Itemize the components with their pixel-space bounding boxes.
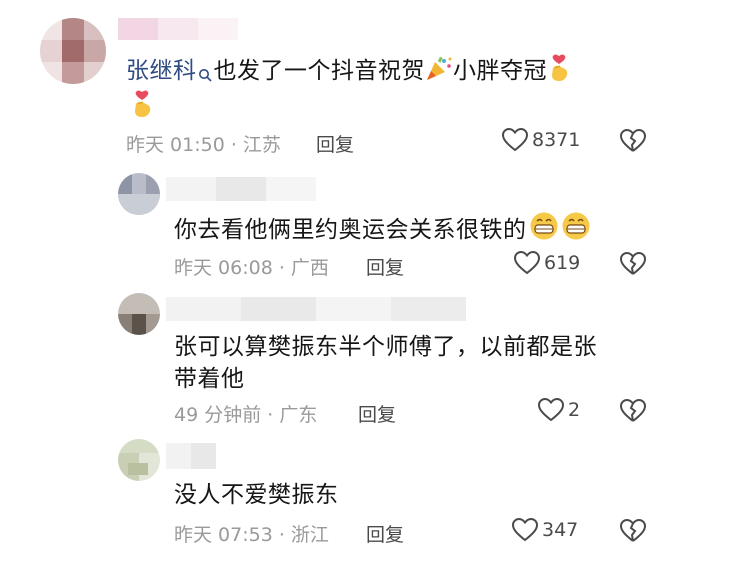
avatar[interactable] <box>118 439 160 481</box>
reply-button[interactable]: 回复 <box>316 130 354 157</box>
username-mosaic <box>166 177 316 201</box>
reply-button[interactable]: 回复 <box>358 400 396 427</box>
reply-button[interactable]: 回复 <box>366 253 404 280</box>
username-mosaic <box>118 18 238 40</box>
comment-meta: 49 分钟前 · 广东 <box>174 404 318 426</box>
comment-item: 没人不爱樊振东 昨天 07:53 · 浙江 回复 347 <box>0 435 734 564</box>
heart-outline-icon <box>538 398 564 422</box>
broken-heart-icon[interactable] <box>620 399 646 423</box>
comment-text-part: 你去看他俩里约奥运会关系很铁的 <box>174 217 527 243</box>
comment-text-part: 小胖夺冠 <box>453 58 547 84</box>
search-icon <box>198 68 212 82</box>
comment-meta: 昨天 07:53 · 浙江 <box>174 524 329 546</box>
broken-heart-icon[interactable] <box>620 129 646 153</box>
party-popper-icon <box>425 56 453 82</box>
heart-outline-icon <box>514 251 540 275</box>
comment-item: 张继科 也发了一个抖音祝贺 小胖夺冠 昨天 01:50 · 江苏 回复 8371 <box>0 0 734 165</box>
like-count: 2 <box>568 399 581 421</box>
heart-outline-icon <box>502 128 528 152</box>
heart-outline-icon <box>512 518 538 542</box>
grinning-emoji-icon <box>529 211 559 241</box>
like-button[interactable]: 347 <box>512 518 578 542</box>
comment-text: 没人不爱樊振东 <box>174 482 339 508</box>
like-button[interactable]: 2 <box>538 398 580 422</box>
comment-text-line: 张可以算樊振东半个师傅了，以前都是张 <box>174 334 597 360</box>
reply-button[interactable]: 回复 <box>366 520 404 547</box>
broken-heart-icon[interactable] <box>620 519 646 543</box>
comment-item: 张可以算樊振东半个师傅了，以前都是张 带着他 49 分钟前 · 广东 回复 2 <box>0 285 734 435</box>
like-count: 8371 <box>532 129 581 151</box>
comment-text: 张继科 也发了一个抖音祝贺 小胖夺冠 <box>126 54 646 87</box>
like-count: 347 <box>542 519 579 541</box>
avatar[interactable] <box>40 18 106 84</box>
grinning-emoji-icon <box>561 211 591 241</box>
finger-heart-icon <box>547 54 573 82</box>
comment-text-line: 带着他 <box>174 366 245 392</box>
comment-text: 你去看他俩里约奥运会关系很铁的 <box>174 211 654 246</box>
broken-heart-icon[interactable] <box>620 252 646 276</box>
comment-item: 你去看他俩里约奥运会关系很铁的 昨天 06:08 · 广西 回复 619 <box>0 165 734 285</box>
finger-heart-icon <box>130 90 156 118</box>
like-button[interactable]: 8371 <box>502 128 580 152</box>
username-mosaic <box>166 443 216 469</box>
username-mosaic <box>166 297 466 321</box>
avatar[interactable] <box>118 293 160 335</box>
like-count: 619 <box>544 252 581 274</box>
like-button[interactable]: 619 <box>514 251 580 275</box>
comment-text: 张可以算樊振东半个师傅了，以前都是张 带着他 <box>174 331 674 395</box>
comment-text-part: 也发了一个抖音祝贺 <box>213 58 425 84</box>
avatar[interactable] <box>118 173 160 215</box>
comment-meta: 昨天 06:08 · 广西 <box>174 257 329 279</box>
comment-meta: 昨天 01:50 · 江苏 <box>126 134 281 156</box>
mention-link[interactable]: 张继科 <box>126 58 197 84</box>
